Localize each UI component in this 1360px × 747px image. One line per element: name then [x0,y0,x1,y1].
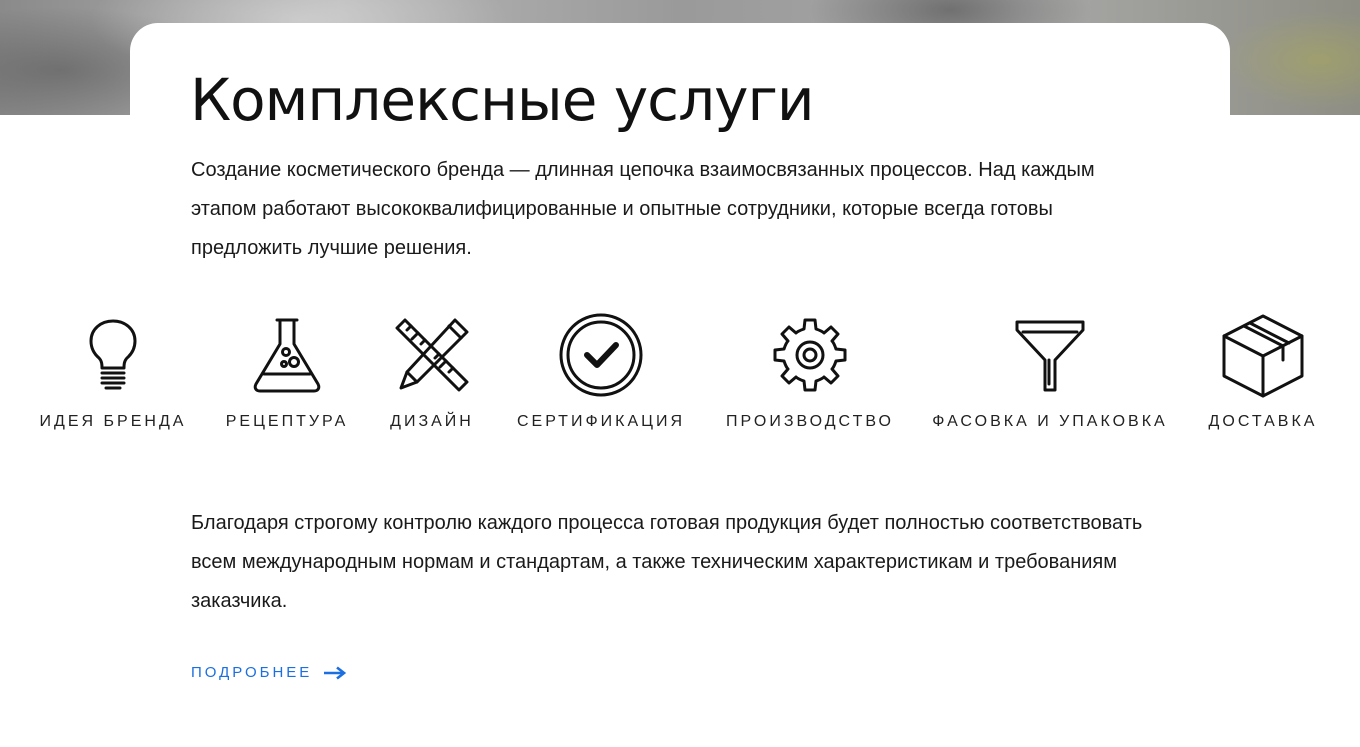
ruler-pencil-icon [395,318,469,392]
intro-paragraph: Создание косметического бренда — длинная… [191,159,1095,259]
gear-icon [773,318,847,392]
step-label: РЕЦЕПТУРА [225,413,349,430]
step-certification: СЕРТИФИКАЦИЯ [506,310,696,440]
lightbulb-icon [89,319,137,390]
more-link[interactable]: ПОДРОБНЕЕ [191,664,347,681]
step-label: ДИЗАЙН [390,413,474,430]
step-packing: ФАСОВКА И УПАКОВКА [932,310,1165,440]
step-label: ФАСОВКА И УПАКОВКА [932,413,1168,430]
step-production: ПРОИЗВОДСТВО [715,310,905,440]
arrow-right-icon [324,665,347,680]
page-title: Комплексные услуги [190,66,815,134]
step-brand-idea: ИДЕЯ БРЕНДА [18,310,208,440]
funnel-icon [1015,320,1085,392]
check-circle-icon [559,313,643,397]
outro-paragraph: Благодаря строгому контролю каждого проц… [191,512,1143,612]
more-link-label: ПОДРОБНЕЕ [191,664,313,681]
step-design: ДИЗАЙН [337,310,527,440]
step-label: СЕРТИФИКАЦИЯ [517,413,685,430]
step-label: ПРОИЗВОДСТВО [726,413,894,430]
box-icon [1222,314,1304,398]
step-label: ДОСТАВКА [1208,413,1318,430]
flask-icon [253,318,321,393]
step-delivery: ДОСТАВКА [1168,310,1358,440]
step-label: ИДЕЯ БРЕНДА [39,413,187,430]
